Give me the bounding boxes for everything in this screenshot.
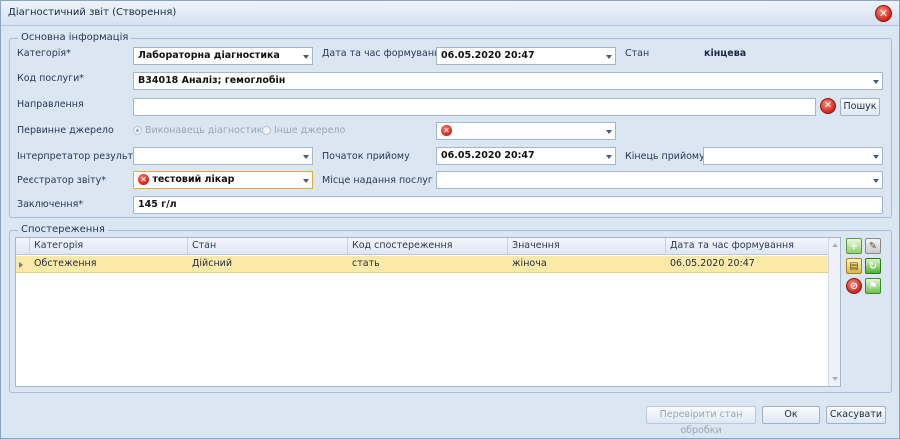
search-button[interactable]: Пошук <box>840 98 880 116</box>
radio-other[interactable]: Інше джерело <box>262 125 345 136</box>
copy-icon[interactable]: ▤ <box>846 258 862 274</box>
row-pointer-icon <box>19 262 23 268</box>
column-header[interactable]: Категорія <box>30 238 188 255</box>
delete-icon[interactable]: ⊘ <box>846 278 862 294</box>
dialog-window: Діагностичний звіт (Створення) ✕ Основна… <box>0 0 900 439</box>
basic-info-title: Основна інформація <box>18 32 132 43</box>
source-select[interactable]: ✕ <box>436 122 616 140</box>
conclusion-label: Заключення* <box>17 199 84 210</box>
scroll-up-icon[interactable] <box>832 243 838 247</box>
registrar-label: Реєстратор звіту* <box>17 175 106 186</box>
radio-dot-icon <box>133 126 142 135</box>
end-field[interactable] <box>703 147 883 165</box>
service-code-label: Код послуги* <box>17 73 85 84</box>
column-header[interactable]: Код спостереження <box>348 238 508 255</box>
conclusion-value: 145 г/л <box>138 199 177 210</box>
conclusion-field[interactable]: 145 г/л <box>133 196 883 214</box>
state-label: Стан <box>625 48 650 59</box>
cell-code: стать <box>352 258 380 269</box>
title-bar: Діагностичний звіт (Створення) ✕ <box>1 1 899 26</box>
place-select[interactable] <box>436 171 883 189</box>
primary-source-label: Первинне джерело <box>17 125 114 136</box>
radio-performer-label: Виконавець діагностики <box>145 125 269 136</box>
observations-grid: Категорія Стан Код спостереження Значенн… <box>15 237 841 387</box>
row-indicator-header <box>16 238 30 255</box>
referral-field[interactable] <box>133 98 816 116</box>
category-select[interactable]: Лабораторна діагностика <box>133 47 313 65</box>
error-icon: ✕ <box>138 174 149 185</box>
ok-button[interactable]: Ок <box>762 406 820 424</box>
place-label: Місце надання послуг <box>322 175 433 186</box>
datetime-label: Дата та час формування* <box>322 48 451 59</box>
window-title: Діагностичний звіт (Створення) <box>8 7 177 18</box>
cell-value: жіноча <box>512 258 547 269</box>
observations-title: Спостереження <box>18 224 108 235</box>
add-icon[interactable]: + <box>846 238 862 254</box>
radio-performer[interactable]: Виконавець діагностики <box>133 125 269 136</box>
scroll-down-icon[interactable] <box>832 377 838 381</box>
chevron-down-icon <box>303 155 309 159</box>
referral-label: Направлення <box>17 99 84 110</box>
cell-datetime: 06.05.2020 20:47 <box>670 258 755 269</box>
vertical-scrollbar[interactable] <box>828 238 840 386</box>
registrar-value: тестовий лікар <box>152 174 235 185</box>
chevron-down-icon <box>303 55 309 59</box>
service-code-value: B34018 Аналіз; гемоглобін <box>138 75 286 86</box>
chevron-down-icon <box>606 130 612 134</box>
column-header[interactable]: Дата та час формування <box>666 238 828 255</box>
table-row[interactable]: Обстеження Дійсний стать жіноча 06.05.20… <box>16 256 828 273</box>
cell-category: Обстеження <box>34 258 97 269</box>
column-header[interactable]: Значення <box>508 238 666 255</box>
radio-other-label: Інше джерело <box>274 125 346 136</box>
end-label: Кінець прийому <box>625 151 705 162</box>
category-value: Лабораторна діагностика <box>138 50 280 61</box>
clear-icon[interactable]: ✕ <box>820 98 836 114</box>
edit-icon[interactable]: ✎ <box>865 238 881 254</box>
error-icon: ✕ <box>441 125 452 136</box>
chevron-down-icon <box>873 179 879 183</box>
registrar-select[interactable]: ✕ тестовий лікар <box>133 171 313 189</box>
cell-state: Дійсний <box>192 258 233 269</box>
flag-icon[interactable]: ⚑ <box>865 278 881 294</box>
close-button[interactable]: ✕ <box>875 5 892 22</box>
column-header[interactable]: Стан <box>188 238 348 255</box>
radio-dot-icon <box>262 126 271 135</box>
refresh-icon[interactable]: ↻ <box>865 258 881 274</box>
interpreter-label: Інтерпретатор результату <box>17 151 150 162</box>
chevron-down-icon <box>873 155 879 159</box>
start-label: Початок прийому <box>322 151 410 162</box>
chevron-down-icon <box>606 155 612 159</box>
start-field[interactable]: 06.05.2020 20:47 <box>436 147 616 165</box>
check-status-button[interactable]: Перевірити стан обробки <box>646 406 756 436</box>
datetime-field[interactable]: 06.05.2020 20:47 <box>436 47 616 65</box>
chevron-down-icon <box>303 179 309 183</box>
interpreter-select[interactable] <box>133 147 313 165</box>
start-value: 06.05.2020 20:47 <box>441 150 535 161</box>
state-value: кінцева <box>704 48 747 59</box>
cancel-button[interactable]: Скасувати <box>826 406 886 424</box>
category-label: Категорія* <box>17 48 71 59</box>
service-code-select[interactable]: B34018 Аналіз; гемоглобін <box>133 72 883 90</box>
grid-header: Категорія Стан Код спостереження Значенн… <box>16 238 828 255</box>
chevron-down-icon <box>606 55 612 59</box>
datetime-value: 06.05.2020 20:47 <box>441 50 535 61</box>
chevron-down-icon <box>873 80 879 84</box>
